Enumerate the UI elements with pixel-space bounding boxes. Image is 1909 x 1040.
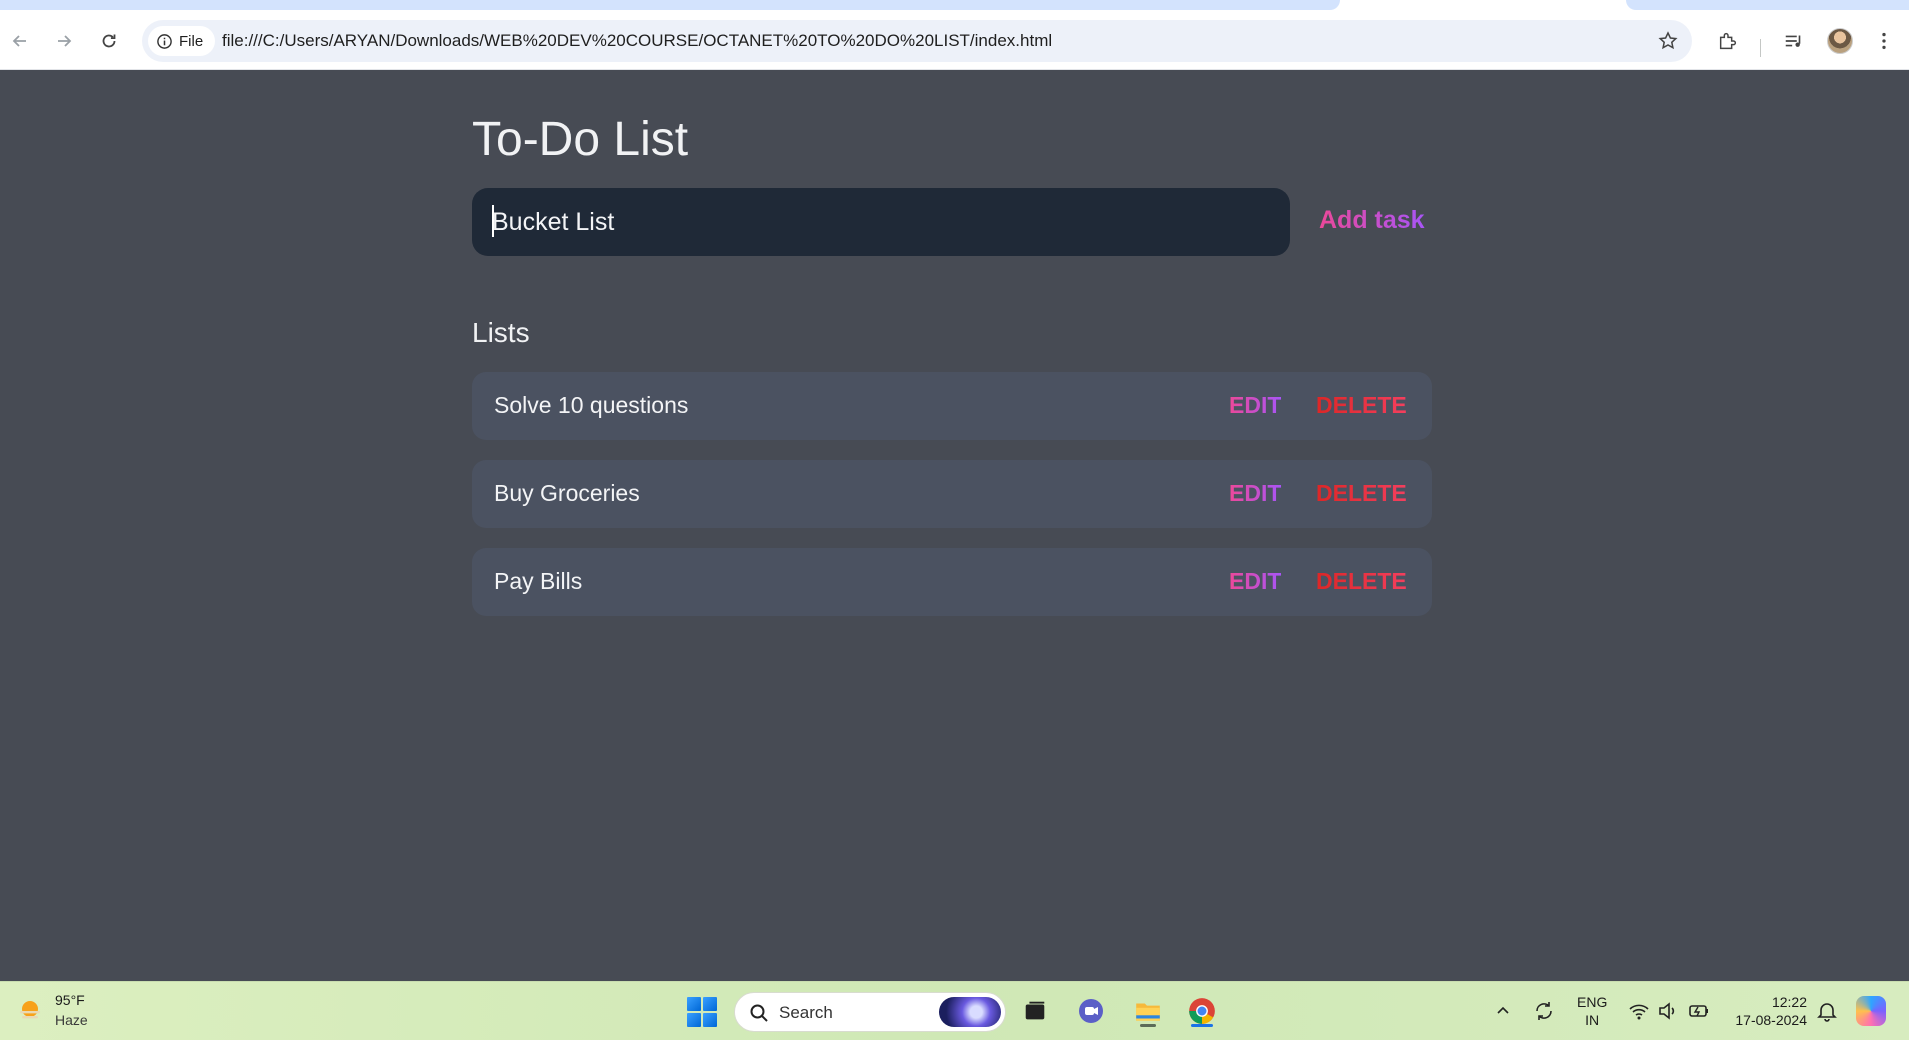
task-view-icon — [1025, 1001, 1045, 1020]
edit-button[interactable]: EDIT — [1229, 392, 1281, 419]
weather-condition[interactable]: Haze — [55, 1012, 88, 1028]
taskbar-search-label: Search — [779, 1003, 833, 1022]
playlist-icon — [1785, 35, 1801, 47]
task-text: Solve 10 questions — [494, 392, 689, 418]
taskbar-app-task-view[interactable] — [1018, 994, 1052, 1028]
task-input[interactable] — [472, 188, 1290, 256]
browser-tab[interactable] — [0, 0, 1340, 10]
profile-avatar[interactable] — [1827, 28, 1853, 54]
clock-time: 12:22 — [1771, 994, 1807, 1010]
browser-tab-strip — [0, 0, 1909, 12]
sync-icon[interactable] — [1533, 1000, 1555, 1022]
notification-bell-icon[interactable] — [1816, 1000, 1838, 1022]
copilot-icon[interactable] — [1856, 996, 1886, 1026]
windows-logo-pane — [687, 997, 701, 1011]
battery-icon[interactable] — [1688, 1000, 1710, 1022]
media-controls-button[interactable] — [1782, 29, 1806, 53]
chat-icon — [1079, 999, 1103, 1023]
windows-logo-pane — [703, 1013, 717, 1027]
task-item: Buy Groceries EDIT DELETE — [472, 460, 1432, 528]
site-chip-label: File — [179, 32, 204, 50]
windows-logo-pane — [687, 1013, 701, 1027]
address-bar[interactable]: File file:///C:/Users/ARYAN/Downloads/WE… — [142, 20, 1692, 62]
system-clock[interactable]: 12:22 17-08-2024 — [1735, 993, 1807, 1029]
info-icon — [157, 33, 172, 49]
reload-icon — [102, 34, 116, 48]
folder-icon — [1136, 1003, 1160, 1021]
browser-tab[interactable] — [1626, 0, 1909, 10]
extensions-button[interactable] — [1716, 29, 1740, 53]
puzzle-icon — [1719, 32, 1737, 50]
taskbar-search[interactable]: Search — [734, 992, 1006, 1032]
sun-haze-icon[interactable] — [16, 997, 44, 1025]
search-highlight-image — [939, 997, 1001, 1027]
taskbar: 95°F Haze Search ENG IN 12:22 17-08-2024 — [0, 981, 1909, 1040]
language-region: IN — [1585, 1012, 1600, 1028]
toolbar-divider — [1760, 39, 1761, 57]
taskbar-app-file-explorer[interactable] — [1131, 994, 1165, 1028]
wifi-icon[interactable] — [1628, 1000, 1650, 1022]
delete-button[interactable]: DELETE — [1316, 392, 1407, 419]
active-indicator — [1191, 1024, 1213, 1027]
task-text: Buy Groceries — [494, 480, 640, 506]
start-button[interactable] — [687, 997, 717, 1027]
taskbar-app-chrome[interactable] — [1185, 994, 1219, 1028]
page-title: To-Do List — [472, 113, 689, 166]
task-item: Pay Bills EDIT DELETE — [472, 548, 1432, 616]
language-indicator[interactable]: ENG IN — [1577, 993, 1607, 1029]
kebab-menu-icon — [1882, 32, 1886, 50]
windows-logo-pane — [703, 997, 717, 1011]
arrow-right-icon — [58, 35, 72, 47]
search-icon — [750, 1004, 768, 1022]
delete-button[interactable]: DELETE — [1316, 568, 1407, 595]
chevron-up-icon[interactable] — [1495, 1002, 1511, 1018]
bookmark-star-icon[interactable] — [1658, 31, 1678, 51]
clock-date: 17-08-2024 — [1735, 1012, 1807, 1028]
task-text: Pay Bills — [494, 568, 583, 594]
taskbar-app-teams[interactable] — [1074, 994, 1108, 1028]
chrome-icon — [1189, 998, 1215, 1024]
site-info-chip[interactable]: File — [148, 26, 216, 56]
reload-button[interactable] — [94, 26, 124, 56]
back-button[interactable] — [5, 26, 35, 56]
lists-heading: Lists — [472, 317, 530, 348]
url-text[interactable]: file:///C:/Users/ARYAN/Downloads/WEB%20D… — [222, 31, 1052, 51]
running-indicator — [1140, 1024, 1156, 1027]
delete-button[interactable]: DELETE — [1316, 480, 1407, 507]
edit-button[interactable]: EDIT — [1229, 568, 1281, 595]
edit-button[interactable]: EDIT — [1229, 480, 1281, 507]
text-caret — [492, 205, 494, 237]
browser-menu-button[interactable] — [1872, 29, 1896, 53]
browser-toolbar: File file:///C:/Users/ARYAN/Downloads/WE… — [0, 12, 1909, 70]
volume-icon[interactable] — [1657, 1000, 1679, 1022]
task-item: Solve 10 questions EDIT DELETE — [472, 372, 1432, 440]
weather-temperature[interactable]: 95°F — [55, 992, 85, 1008]
add-task-button[interactable]: Add task — [1319, 206, 1425, 235]
language-code: ENG — [1577, 994, 1608, 1010]
arrow-left-icon — [12, 35, 26, 47]
forward-button[interactable] — [49, 26, 79, 56]
